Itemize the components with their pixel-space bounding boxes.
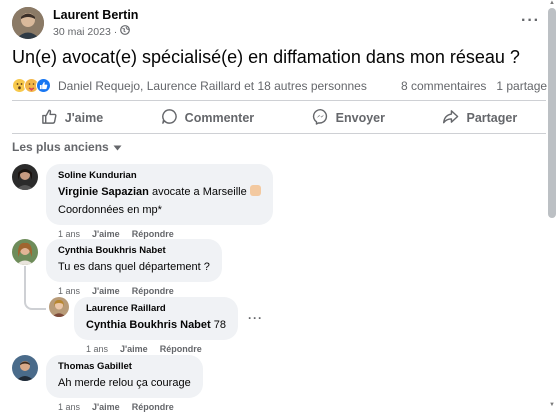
comment-bubble: Thomas Gabillet Ah merde relou ça courag… [46,355,203,398]
comment-time[interactable]: 1 ans [58,229,80,239]
comment-time[interactable]: 1 ans [58,402,80,412]
comment-bubble: Cynthia Boukhris Nabet Tu es dans quel d… [46,239,222,282]
mention-link[interactable]: Cynthia Boukhris Nabet [86,319,211,331]
sort-label: Les plus anciens [12,140,109,154]
thumbs-up-icon [41,108,58,128]
comment-like-button[interactable]: J'aime [92,402,120,412]
divider-bottom [12,133,546,134]
comment-author[interactable]: Cynthia Boukhris Nabet [58,245,210,256]
comment-options-button[interactable]: ··· [248,311,263,354]
post-header: Laurent Bertin 30 mai 2023 · [12,7,138,39]
reactors-list[interactable]: Daniel Requejo, Laurence Raillard et 18 … [58,79,367,93]
comment-like-button[interactable]: J'aime [92,286,120,296]
commenter-avatar[interactable] [12,239,38,265]
divider-top [12,100,546,101]
comment-author[interactable]: Soline Kundurian [58,170,261,181]
messenger-icon [312,108,329,128]
shares-count[interactable]: 1 partage [496,79,547,93]
post-options-button[interactable]: ··· [521,12,540,30]
reactions-summary: Daniel Requejo, Laurence Raillard et 18 … [12,78,552,93]
send-button[interactable]: Envoyer [300,105,397,131]
comment-text: Ah merde relou ça courage [58,377,191,389]
meta-separator: · [113,25,118,38]
comment-author[interactable]: Laurence Raillard [86,303,226,314]
like-reaction-icon [36,78,51,93]
caret-down-icon [113,140,122,154]
like-button[interactable]: J'aime [29,105,115,131]
comment-reply-button[interactable]: Répondre [132,229,174,239]
post-action-bar: J'aime Commenter Envoyer Partager [12,105,546,131]
scrollbar[interactable] [548,0,556,412]
comment-item: Thomas Gabillet Ah merde relou ça courag… [12,355,203,412]
comment-reply-item: Laurence Raillard Cynthia Boukhris Nabet… [49,297,263,354]
comment-time[interactable]: 1 ans [86,344,108,354]
like-label: J'aime [64,111,104,125]
comment-text-line2: Coordonnées en mp* [58,204,162,216]
comment-label: Commenter [184,111,255,125]
post-text: Un(e) avocat(e) spécialisé(e) en diffama… [12,47,520,67]
comment-reply-button[interactable]: Répondre [160,344,202,354]
commenter-avatar[interactable] [12,164,38,190]
comment-text: Tu es dans quel département ? [58,261,210,273]
share-arrow-icon [442,108,459,128]
commenter-avatar[interactable] [49,297,69,317]
privacy-globe-icon [120,25,131,38]
share-button[interactable]: Partager [430,105,529,131]
comment-like-button[interactable]: J'aime [120,344,148,354]
mention-link[interactable]: Virginie Sapazian [58,186,149,198]
comment-bubble: Soline Kundurian Virginie Sapazian avoca… [46,164,273,225]
comment-button[interactable]: Commenter [149,105,266,131]
send-label: Envoyer [335,111,385,125]
comments-count[interactable]: 8 commentaires [401,79,486,93]
author-name[interactable]: Laurent Bertin [53,8,138,22]
comment-text: Virginie Sapazian avocate a Marseille [58,184,261,200]
post-date[interactable]: 30 mai 2023 [53,26,111,38]
scrollbar-thumb[interactable] [548,8,556,218]
comment-sort-dropdown[interactable]: Les plus anciens [12,140,122,154]
share-label: Partager [466,111,518,125]
comment-like-button[interactable]: J'aime [92,229,120,239]
reaction-icons[interactable] [12,78,51,93]
author-avatar[interactable] [12,7,44,39]
comment-reply-button[interactable]: Répondre [132,402,174,412]
comment-text-part: 78 [210,319,226,331]
comment-item: Cynthia Boukhris Nabet Tu es dans quel d… [12,239,222,296]
comment-time[interactable]: 1 ans [58,286,80,296]
comment-text-part: avocate a Marseille [148,186,247,198]
thumbs-up-emoji-icon [249,185,261,196]
scroll-down-arrow-icon[interactable]: ▼ [548,402,556,408]
comment-reply-button[interactable]: Répondre [132,286,174,296]
commenter-avatar[interactable] [12,355,38,381]
comment-text: Cynthia Boukhris Nabet 78 [86,317,226,333]
comment-author[interactable]: Thomas Gabillet [58,361,191,372]
comment-item: Soline Kundurian Virginie Sapazian avoca… [12,164,273,239]
comment-bubble: Laurence Raillard Cynthia Boukhris Nabet… [74,297,238,340]
comment-bubble-icon [161,108,178,128]
